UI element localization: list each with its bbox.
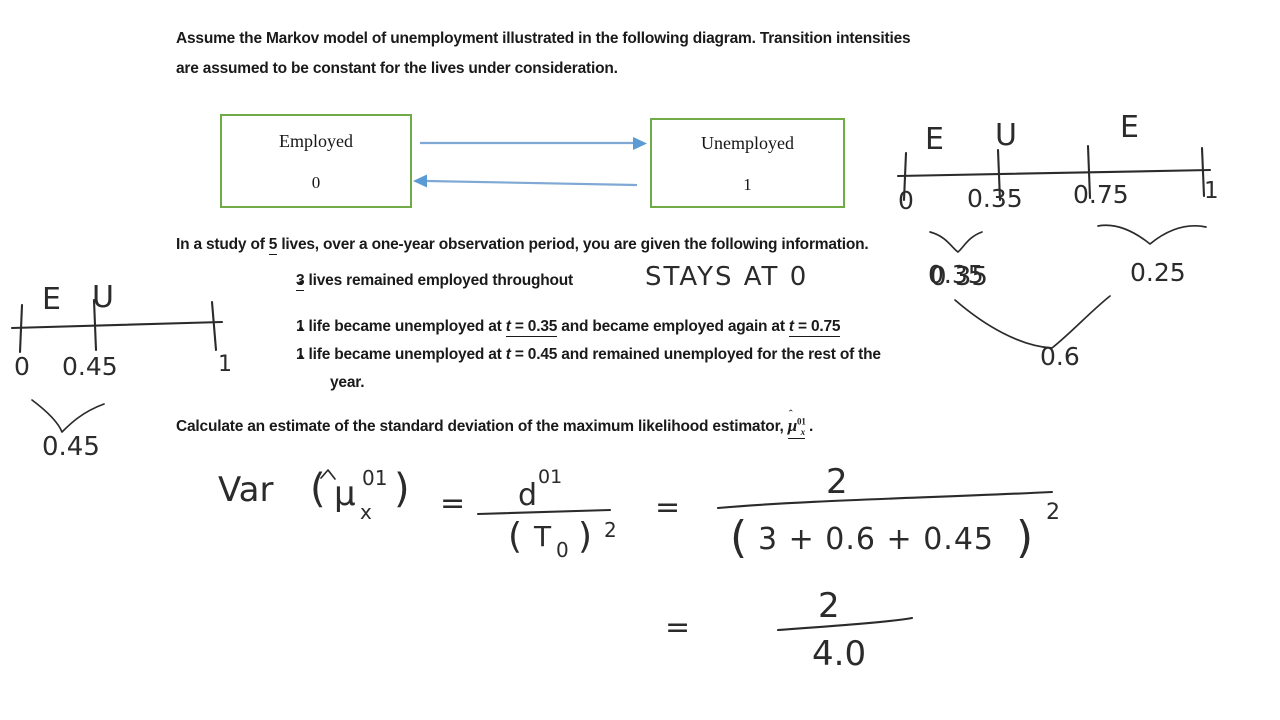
- right-timeline-state-E2: E: [1120, 110, 1139, 145]
- left-timeline-tick-0: 0: [14, 352, 30, 381]
- equation-rhs-close-paren: ): [1016, 512, 1034, 563]
- study-line: In a study of 5 lives, over a one-year o…: [176, 236, 869, 255]
- equation-rhs-denominator: 3 + 0.6 + 0.45: [758, 522, 995, 557]
- equation-close-paren: ): [394, 466, 410, 512]
- equation-numerator-d-superscript: 01: [538, 466, 563, 488]
- equation-equals-1: =: [440, 486, 466, 521]
- right-timeline-tick-035: 0.35: [967, 184, 1023, 213]
- study-prefix: In a study of: [176, 236, 269, 253]
- right-timeline-state-U: U: [995, 118, 1017, 153]
- equation-final-numerator: 2: [818, 586, 840, 626]
- bullet-2-t1-var: t: [505, 318, 511, 337]
- estimator-symbol: ˆ μ01x: [787, 407, 806, 440]
- equation-rhs-power: 2: [1046, 500, 1060, 525]
- study-count: 5: [268, 236, 278, 255]
- state-number-employed: 0: [311, 172, 321, 192]
- bullet-2-text-a: 1 life became unemployed at: [296, 318, 506, 335]
- bullet-3: 1 life became unemployed at t = 0.45 and…: [296, 346, 881, 364]
- study-suffix: lives, over a one-year observation perio…: [277, 236, 869, 253]
- arrow-employed-to-unemployed: [420, 137, 647, 150]
- equation-denominator-close-paren: ): [578, 516, 593, 557]
- left-timeline-state-E: E: [42, 282, 61, 317]
- calculate-suffix: .: [804, 418, 814, 435]
- equation-denominator-open-paren: (: [508, 516, 523, 557]
- bullet-note-value-035: 0 35: [930, 262, 988, 292]
- left-timeline-state-U: U: [92, 280, 114, 315]
- right-brace-value-025: 0.25: [1130, 258, 1186, 287]
- state-box-employed: Employed 0: [220, 114, 412, 208]
- right-timeline-tick-1: 1: [1204, 178, 1219, 204]
- equation-mu: μ: [334, 474, 356, 514]
- equation-open-paren: (: [310, 466, 326, 512]
- estimator-subscript: x: [800, 427, 806, 438]
- bullet-3-t-value: = 0.45: [510, 346, 558, 363]
- equation-mu-superscript: 01: [362, 466, 388, 490]
- left-timeline-tick-045: 0.45: [62, 352, 118, 381]
- equation-rhs-open-paren: (: [730, 512, 748, 563]
- bullet-3-wrap: year.: [330, 374, 365, 391]
- bullet-2: 1 life became unemployed at t = 0.35 and…: [296, 318, 841, 337]
- state-label-unemployed: Unemployed: [701, 132, 794, 153]
- calculate-line: Calculate an estimate of the standard de…: [176, 407, 814, 440]
- right-timeline-tick-0: 0: [898, 186, 914, 215]
- question-line-1: Assume the Markov model of unemployment …: [176, 30, 911, 47]
- equation-final-denominator: 4.0: [812, 634, 867, 674]
- question-line-2: are assumed to be constant for the lives…: [176, 60, 618, 77]
- bullet-3-text-b: and remained unemployed for the rest of …: [557, 346, 881, 363]
- bullet-2-text-b: and became employed again at: [557, 318, 789, 335]
- transition-arrows: [413, 137, 647, 188]
- equation-denominator-power: 2: [604, 518, 617, 542]
- bullet-note-stays-at-0: STAYS AT 0: [645, 262, 809, 292]
- estimator-superscript: 01: [797, 416, 806, 427]
- equation-rhs-numerator: 2: [826, 462, 848, 502]
- bullet-3-text-a: 1 life became unemployed at: [296, 346, 506, 363]
- right-timeline-state-E1: E: [925, 122, 944, 157]
- arrow-unemployed-to-employed: [413, 174, 638, 188]
- left-brace-value-045: 0.45: [42, 432, 100, 462]
- right-timeline-tick-075: 0.75: [1073, 180, 1129, 209]
- equation-mu-subscript: x: [360, 500, 372, 524]
- left-timeline-tick-1: 1: [218, 352, 232, 377]
- state-label-employed: Employed: [279, 130, 353, 151]
- right-brace-sum-06: 0.6: [1040, 342, 1080, 371]
- equation-var-label: Var: [218, 470, 274, 510]
- calculate-prefix: Calculate an estimate of the standard de…: [176, 418, 788, 435]
- right-timeline: [896, 144, 1212, 202]
- equation-equals-3: =: [665, 610, 691, 645]
- bullet-1: 3 lives remained employed throughout: [296, 272, 574, 291]
- worksheet-page: Assume the Markov model of unemployment …: [0, 0, 1280, 720]
- state-box-unemployed: Unemployed 1: [650, 118, 845, 208]
- equation-numerator-d: d: [518, 478, 538, 513]
- estimator-hat: ˆ: [788, 407, 793, 421]
- bullet-2-t2-value: = 0.75: [793, 318, 841, 337]
- bullet-2-t1-value: = 0.35: [510, 318, 558, 337]
- state-number-unemployed: 1: [743, 174, 752, 194]
- equation-denominator-T-subscript: 0: [556, 538, 569, 562]
- bullet-1-text: lives remained employed throughout: [304, 272, 574, 289]
- equation-denominator-T: T: [534, 520, 552, 553]
- equation-equals-2: =: [655, 490, 681, 525]
